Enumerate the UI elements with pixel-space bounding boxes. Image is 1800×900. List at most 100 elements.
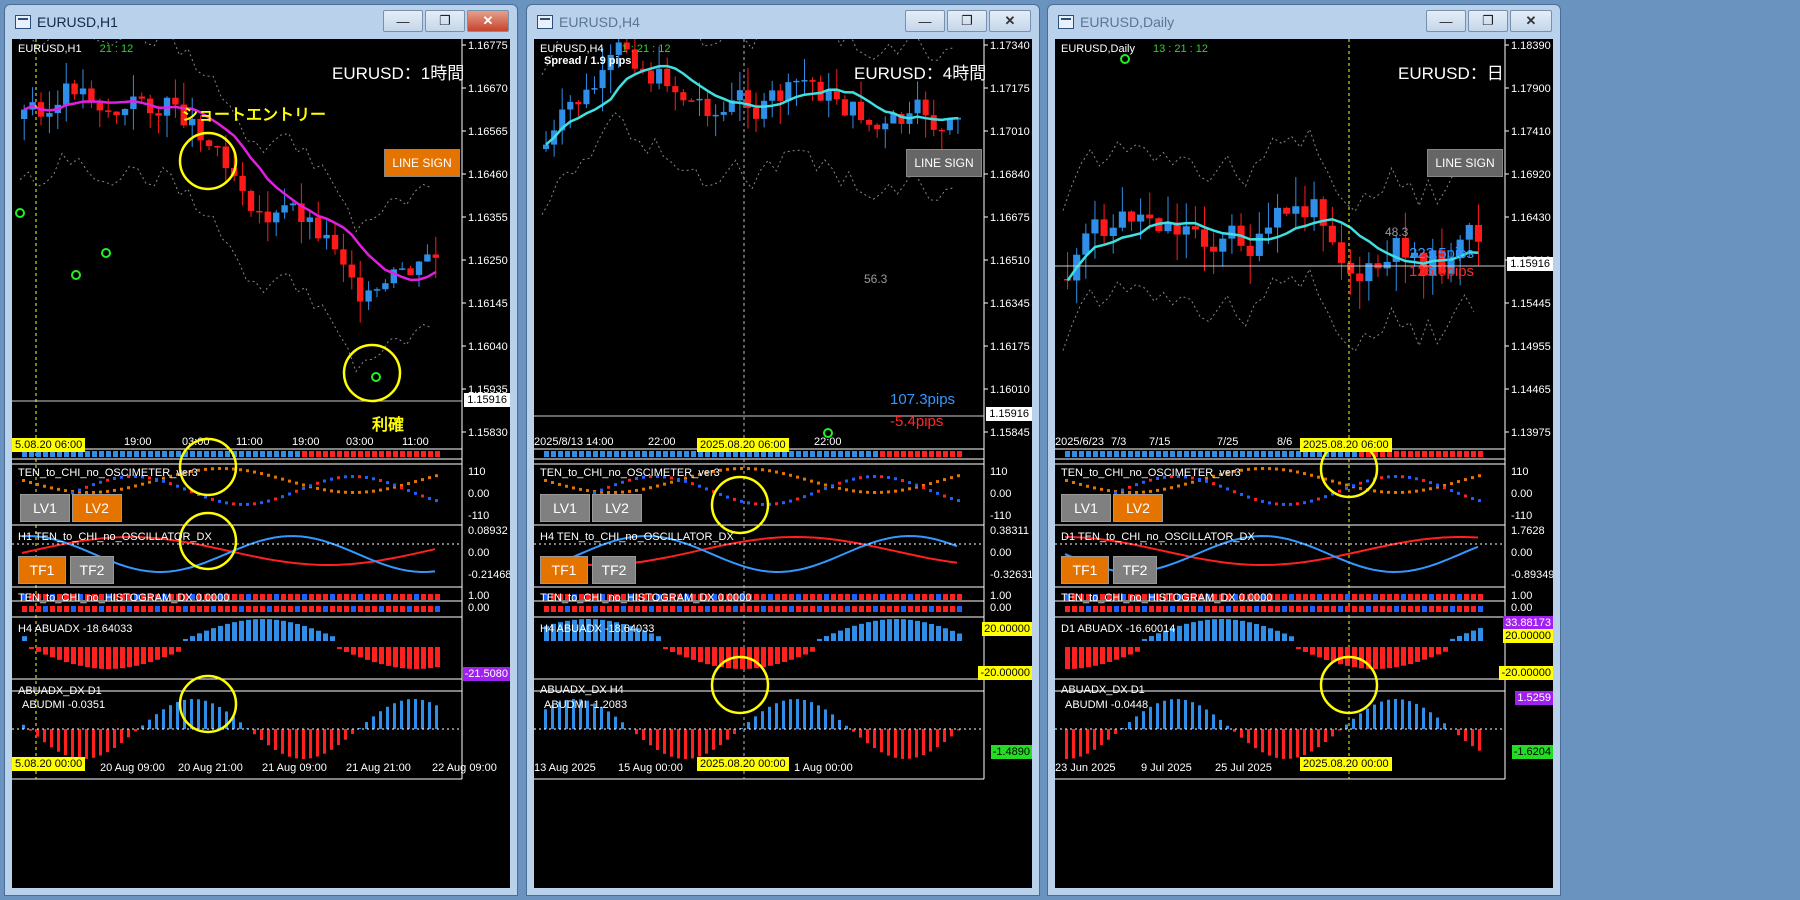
abudmi-bar	[1177, 699, 1180, 729]
abuadx-bar	[1177, 625, 1182, 641]
lv1-button[interactable]: LV1	[540, 494, 590, 522]
abuadx-bar	[936, 625, 941, 641]
price-level-label: 1.16775	[468, 40, 508, 52]
candle-body	[214, 146, 221, 148]
abuadx-upper-box: 20.00000	[982, 622, 1032, 636]
lv1-button[interactable]: LV1	[20, 494, 70, 522]
signal-strip-cell	[162, 451, 167, 457]
abudmi-bar	[873, 729, 876, 749]
abuadx-bar	[197, 633, 202, 641]
lv2-button[interactable]: LV2	[1113, 494, 1163, 522]
oscimeter-dot	[218, 467, 221, 471]
abudmi-bar	[656, 729, 659, 750]
oscimeter-dot	[246, 502, 249, 506]
histogram-cell	[288, 606, 293, 612]
tf1-button[interactable]: TF1	[540, 556, 588, 584]
abudmi-bar	[831, 714, 834, 729]
oscimeter-dot	[421, 478, 424, 482]
histogram-cell	[106, 606, 111, 612]
oscimeter-dot	[274, 497, 277, 501]
histogram-cell	[1436, 606, 1441, 612]
tf2-button[interactable]: TF2	[70, 556, 114, 584]
chart-window-h1[interactable]: EURUSD,H1 — ❐ ✕ 1.16775 1.16670 1.16565 1.1…	[4, 4, 518, 896]
histogram-cell	[1429, 606, 1434, 612]
close-button[interactable]: ✕	[1510, 10, 1552, 32]
oscimeter-dot	[162, 479, 165, 483]
chart-window-daily[interactable]: EURUSD,Daily — ❐ ✕ 1.18390 1.17900 1.17410…	[1047, 4, 1561, 896]
histogram-cell	[740, 606, 745, 612]
histogram-cell	[950, 606, 955, 612]
histogram-cell	[1443, 606, 1448, 612]
histogram-cell	[880, 594, 885, 600]
candle-body	[281, 205, 288, 213]
histogram-cell	[99, 606, 104, 612]
signal-strip-cell	[894, 451, 899, 457]
close-button[interactable]: ✕	[989, 10, 1031, 32]
oscimeter-dot	[866, 475, 869, 479]
lv2-button[interactable]: LV2	[72, 494, 122, 522]
chart-area[interactable]: 1.16775 1.16670 1.16565 1.16460 1.16355 1.162…	[12, 39, 510, 888]
maximize-button[interactable]: ❐	[947, 10, 987, 32]
signal-strip-cell	[1478, 451, 1483, 457]
abuadx-bar	[274, 619, 279, 641]
oscimeter-dot	[754, 502, 757, 506]
symbol-name: EURUSD,H4	[540, 43, 604, 55]
title-bar[interactable]: EURUSD,Daily — ❐ ✕	[1048, 5, 1560, 39]
maximize-button[interactable]: ❐	[1468, 10, 1508, 32]
candle-body	[599, 70, 606, 89]
signal-strip-cell	[302, 451, 307, 457]
signal-strip-cell	[148, 451, 153, 457]
candle-body	[1091, 219, 1099, 234]
tf1-button[interactable]: TF1	[18, 556, 66, 584]
oscimeter-dot	[1471, 476, 1474, 480]
histogram-cell	[197, 606, 202, 612]
minimize-button[interactable]: —	[1426, 10, 1466, 32]
lv2-button[interactable]: LV2	[592, 494, 642, 522]
title-bar[interactable]: EURUSD,H4 — ❐ ✕	[527, 5, 1039, 39]
candle-body	[1082, 233, 1090, 255]
tf2-button[interactable]: TF2	[592, 556, 636, 584]
tf2-button[interactable]: TF2	[1113, 556, 1157, 584]
minimize-button[interactable]: —	[383, 10, 423, 32]
histogram-cell	[372, 606, 377, 612]
abudmi-bar	[1387, 699, 1390, 729]
abuadx-bar	[1093, 647, 1098, 666]
chart-area[interactable]: 1.18390 1.17900 1.17410 1.16920 1.16430 1.159…	[1055, 39, 1553, 888]
close-button[interactable]: ✕	[467, 10, 509, 32]
title-bar[interactable]: EURUSD,H1 — ❐ ✕	[5, 5, 517, 39]
tf1-button[interactable]: TF1	[1061, 556, 1109, 584]
histogram-cell	[1310, 606, 1315, 612]
abuadx-bar	[817, 638, 822, 641]
signal-strip-cell	[1436, 451, 1441, 457]
abuadx-bar	[1303, 647, 1308, 652]
chart-window-h4[interactable]: EURUSD,H4 — ❐ ✕ 1.17340 1.17175 1.17010 1.1…	[526, 4, 1040, 896]
histogram-cell	[267, 594, 272, 600]
chart-area[interactable]: 1.17340 1.17175 1.17010 1.16840 1.16675 1.165…	[534, 39, 1032, 888]
abuadx-bar	[1478, 628, 1483, 641]
abudmi-bar	[901, 729, 904, 759]
histogram-cell	[302, 594, 307, 600]
line-sign-button[interactable]: LINE SIGN	[384, 149, 460, 177]
line-sign-button[interactable]: LINE SIGN	[906, 149, 982, 177]
oscimeter-dot	[1436, 483, 1439, 487]
minimize-button[interactable]: —	[905, 10, 945, 32]
lv1-button[interactable]: LV1	[1061, 494, 1111, 522]
abuadx-bar	[1268, 628, 1273, 641]
signal-strip-cell	[1093, 451, 1098, 457]
oscimeter-dot	[1415, 489, 1418, 493]
histogram-cell	[1450, 594, 1455, 600]
signal-strip-cell	[649, 451, 654, 457]
signal-strip-cell	[365, 451, 370, 457]
maximize-button[interactable]: ❐	[425, 10, 465, 32]
candle-body	[1465, 224, 1473, 240]
histogram-cell	[1212, 606, 1217, 612]
signal-strip-cell	[1464, 451, 1469, 457]
abudmi-bar	[344, 729, 347, 740]
histogram-cell	[754, 594, 759, 600]
oscimeter-dot	[57, 487, 60, 491]
abudmi-upper-box: 1.5259	[1515, 691, 1553, 705]
line-sign-button[interactable]: LINE SIGN	[1427, 149, 1503, 177]
abuadx-bar	[803, 647, 808, 655]
oscimeter-dot	[64, 489, 67, 493]
histogram-cell	[915, 606, 920, 612]
